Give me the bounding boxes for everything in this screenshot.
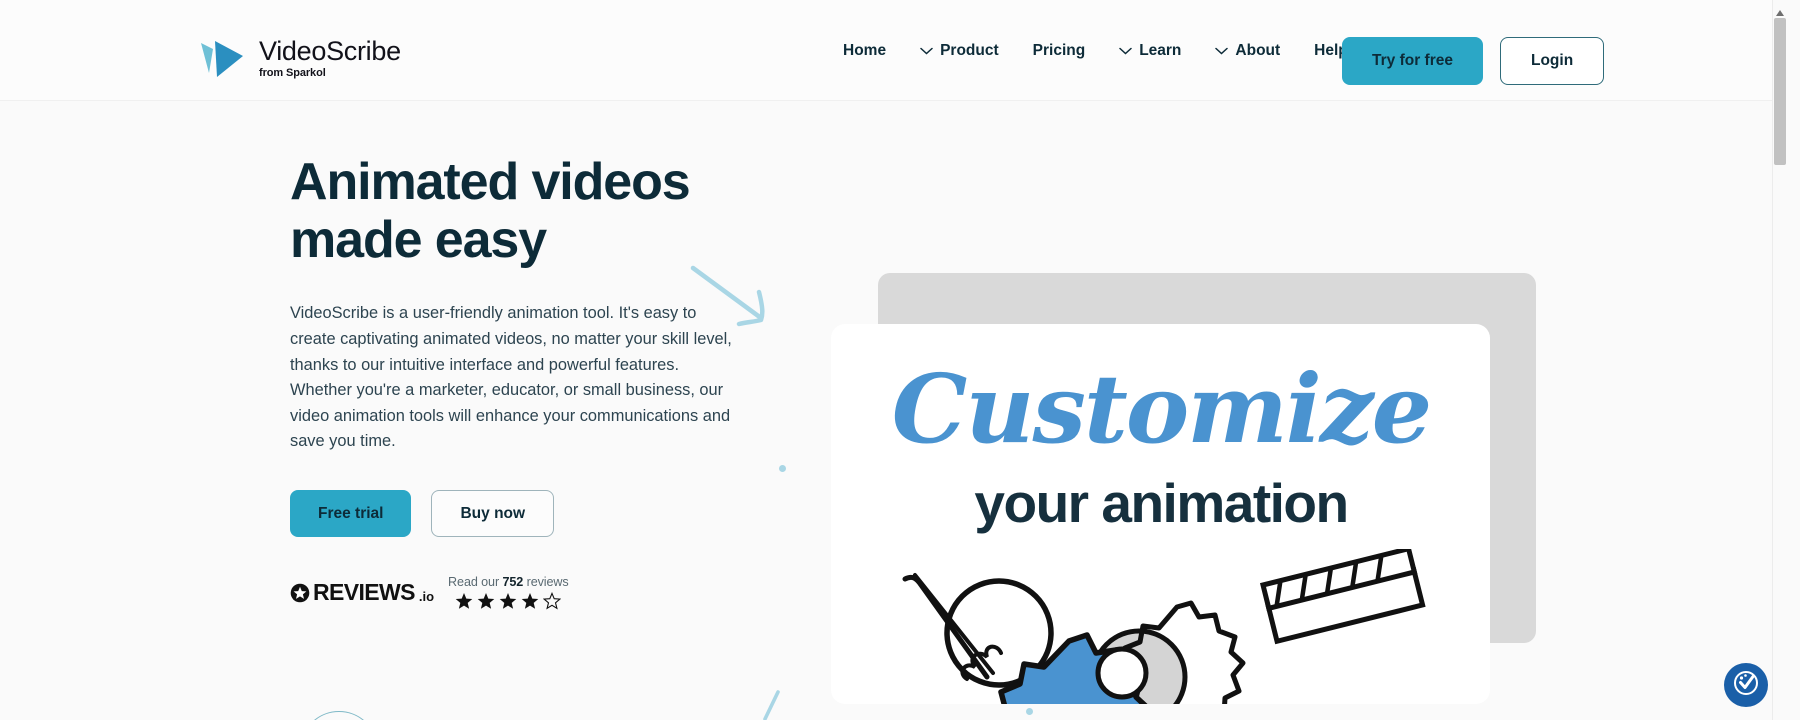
nav-label-about: About xyxy=(1235,41,1281,59)
reviews-count-line: Read our 752 reviews xyxy=(448,575,569,589)
slash-doodle xyxy=(763,690,780,720)
accessibility-widget-button[interactable] xyxy=(1724,663,1768,707)
hero-title-line-2: made easy xyxy=(290,211,547,270)
whiteboard-illustration xyxy=(902,549,1426,704)
hero-copy: Animated videos made easy VideoScribe is… xyxy=(290,153,760,610)
reviews-logo-suffix: .io xyxy=(418,589,435,605)
reviews-io-logo: REVIEWS .io xyxy=(290,579,434,606)
dot-doodle-1 xyxy=(779,465,786,472)
star-filled-icon xyxy=(499,592,517,610)
page-title: Animated videos made easy xyxy=(290,153,760,269)
visual-bold-headline: your animation xyxy=(974,472,1349,534)
nav-label-product: Product xyxy=(940,41,999,59)
star-filled-icon xyxy=(477,592,495,610)
page-scrollbar[interactable] xyxy=(1772,0,1786,720)
nav-item-home[interactable]: Home xyxy=(826,42,903,60)
star-in-circle-icon xyxy=(290,583,310,603)
reviews-read-suffix: reviews xyxy=(526,575,569,590)
visual-preview-card[interactable]: Customize your animation xyxy=(831,324,1490,704)
main-navigation: Home Product Pricing Learn About Help xyxy=(826,0,1365,101)
nav-label-learn: Learn xyxy=(1139,41,1182,59)
reviews-logo-word: REVIEWS xyxy=(313,579,415,606)
reviews-read-prefix: Read our xyxy=(448,575,500,590)
hero-paragraph: VideoScribe is a user-friendly animation… xyxy=(290,304,732,451)
chevron-down-icon xyxy=(1119,42,1132,60)
hero-visual: Customize your animation xyxy=(831,219,1536,719)
star-filled-icon xyxy=(521,592,539,610)
nav-item-pricing[interactable]: Pricing xyxy=(1016,42,1103,60)
reviews-badge[interactable]: REVIEWS .io Read our 752 reviews xyxy=(290,575,760,610)
hero-section: Animated videos made easy VideoScribe is… xyxy=(0,101,1786,720)
nav-item-product[interactable]: Product xyxy=(903,42,1016,60)
reviews-count: 752 xyxy=(502,575,524,590)
visual-script-headline: Customize xyxy=(891,354,1432,465)
scroll-up-arrow-icon[interactable] xyxy=(1776,4,1784,16)
reviews-rating-block: Read our 752 reviews xyxy=(448,575,569,610)
scroll-down-button[interactable] xyxy=(300,711,378,720)
chevron-down-icon xyxy=(920,42,933,60)
star-rating xyxy=(455,592,562,610)
buy-now-button[interactable]: Buy now xyxy=(431,490,555,538)
star-half-icon xyxy=(543,592,562,610)
star-filled-icon xyxy=(455,592,473,610)
brand-logo[interactable]: VideoScribe from Sparkol xyxy=(199,37,401,79)
hero-cta-group: Free trial Buy now xyxy=(290,490,760,538)
free-trial-button[interactable]: Free trial xyxy=(290,490,412,538)
nav-label-home: Home xyxy=(843,41,887,59)
page-root: VideoScribe from Sparkol Home Product Pr… xyxy=(0,0,1786,720)
chevron-down-icon xyxy=(1215,42,1229,60)
login-button[interactable]: Login xyxy=(1499,37,1605,85)
hero-title-line-1: Animated videos xyxy=(290,153,691,211)
try-for-free-button[interactable]: Try for free xyxy=(1342,37,1483,85)
brand-text: VideoScribe from Sparkol xyxy=(259,35,401,79)
header-actions: Try for free Login xyxy=(1342,37,1605,85)
nav-label-pricing: Pricing xyxy=(1032,41,1086,59)
brand-name: VideoScribe xyxy=(259,35,401,66)
accessibility-check-icon xyxy=(1732,669,1760,702)
nav-item-learn[interactable]: Learn xyxy=(1102,42,1198,60)
nav-item-about[interactable]: About xyxy=(1198,42,1297,60)
brand-tagline: from Sparkol xyxy=(259,66,326,79)
play-triangle-icon xyxy=(199,37,247,79)
scrollbar-thumb[interactable] xyxy=(1774,18,1786,165)
site-header: VideoScribe from Sparkol Home Product Pr… xyxy=(0,0,1786,101)
